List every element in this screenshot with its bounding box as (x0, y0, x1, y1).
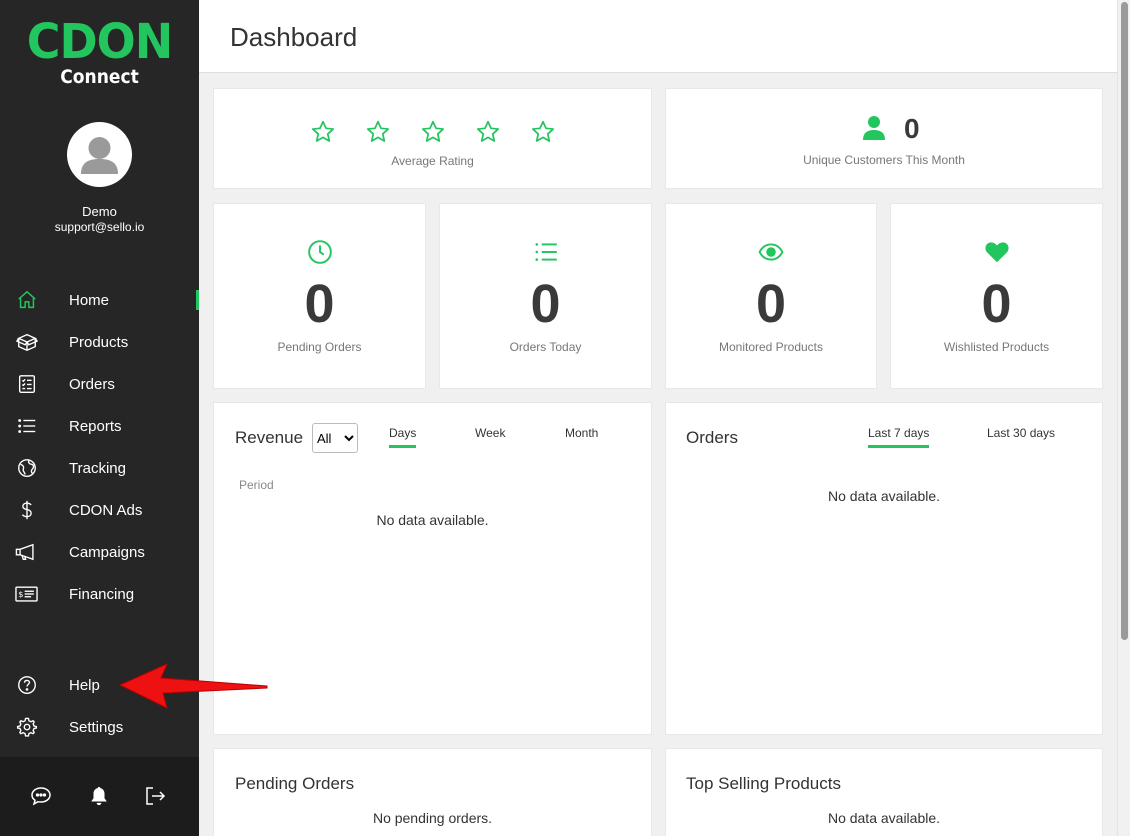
heart-icon (984, 239, 1010, 265)
annotation-arrow-icon (118, 663, 268, 709)
sidebar-item-label: CDON Ads (69, 501, 143, 519)
orders-today-value: 0 (530, 274, 561, 334)
page-header: Dashboard (199, 0, 1117, 73)
customers-card: 0 Unique Customers This Month (665, 88, 1103, 189)
rating-label: Average Rating (391, 154, 474, 168)
revenue-title: Revenue (235, 428, 304, 447)
brand-logo[interactable]: CDON Connect (0, 12, 199, 88)
tab-month[interactable]: Month (565, 426, 598, 440)
logout-icon[interactable] (142, 783, 168, 809)
user-name: Demo (82, 204, 117, 219)
scrollbar[interactable] (1117, 0, 1130, 836)
orders-today-card[interactable]: 0 Orders Today (439, 203, 652, 389)
orders-chart-card: Orders Last 7 days Last 30 days No data … (665, 402, 1103, 735)
star-icon (421, 120, 445, 142)
revenue-card: Revenue All Days Week Month Period No da… (213, 402, 652, 735)
list-icon (533, 239, 559, 265)
sidebar-item-financing[interactable]: $ Financing (0, 574, 199, 614)
home-icon (14, 288, 39, 313)
pending-orders-title: Pending Orders (235, 774, 355, 793)
tab-last-7-days[interactable]: Last 7 days (868, 426, 930, 448)
help-circle-icon (14, 673, 39, 698)
star-icon (476, 120, 500, 142)
revenue-period-select[interactable]: All (312, 423, 358, 453)
tab-days[interactable]: Days (389, 426, 417, 448)
sidebar-item-label: Tracking (69, 459, 126, 477)
sidebar-item-label: Campaigns (69, 543, 145, 561)
sidebar-item-campaigns[interactable]: Campaigns (0, 532, 199, 572)
revenue-empty-message: No data available. (376, 512, 489, 528)
sidebar-footer (0, 757, 199, 836)
orders-chart-empty-message: No data available. (827, 488, 941, 504)
period-label: Period (239, 478, 274, 492)
tab-week[interactable]: Week (475, 426, 505, 440)
bill-icon: $ (14, 582, 39, 607)
sidebar-item-orders[interactable]: Orders (0, 364, 199, 404)
sidebar-item-settings[interactable]: Settings (0, 707, 199, 747)
orders-today-label: Orders Today (509, 340, 582, 354)
orders-chart-title: Orders (686, 428, 738, 447)
list-icon (14, 414, 39, 439)
pending-orders-card[interactable]: 0 Pending Orders (213, 203, 426, 389)
sidebar-item-tracking[interactable]: Tracking (0, 448, 199, 488)
top-selling-title: Top Selling Products (686, 774, 841, 793)
wishlisted-products-value: 0 (981, 274, 1012, 334)
chat-icon[interactable] (28, 783, 54, 809)
monitored-products-label: Monitored Products (718, 340, 824, 354)
pending-orders-value: 0 (304, 274, 335, 334)
rating-card: Average Rating (213, 88, 652, 189)
scrollbar-thumb[interactable] (1121, 2, 1128, 640)
dollar-icon (14, 498, 39, 523)
monitored-products-value: 0 (755, 274, 787, 334)
sidebar-item-label: Products (69, 333, 129, 351)
sidebar-item-label: Reports (69, 417, 122, 435)
customers-value: 0 (904, 113, 920, 144)
svg-text:$: $ (18, 589, 23, 599)
bell-icon[interactable] (86, 783, 112, 809)
clock-icon (307, 239, 333, 265)
brand-sub: Connect (60, 66, 139, 88)
top-selling-empty-message: No data available. (827, 810, 941, 826)
page-title: Dashboard (230, 22, 358, 52)
brand-name: CDON (26, 12, 174, 70)
globe-icon (14, 456, 39, 481)
star-icon (366, 120, 390, 142)
sidebar-item-cdon-ads[interactable]: CDON Ads (0, 490, 199, 530)
tab-last-30-days[interactable]: Last 30 days (987, 426, 1055, 440)
wishlisted-products-card[interactable]: 0 Wishlisted Products (890, 203, 1103, 389)
sidebar-item-home[interactable]: Home (0, 280, 199, 320)
sidebar-item-products[interactable]: Products (0, 322, 199, 362)
user-icon (863, 116, 885, 140)
monitored-products-card[interactable]: 0 Monitored Products (665, 203, 877, 389)
sidebar-item-label: Financing (69, 585, 135, 603)
pending-orders-empty-message: No pending orders. (372, 810, 493, 826)
pending-orders-list-card: Pending Orders No pending orders. (213, 748, 652, 836)
sidebar-item-label: Help (69, 676, 100, 694)
user-silhouette-icon (81, 137, 118, 174)
star-icon (531, 120, 555, 142)
pending-orders-label: Pending Orders (277, 340, 362, 354)
avatar[interactable] (67, 122, 132, 187)
sidebar-item-label: Settings (69, 718, 124, 736)
gear-icon (14, 715, 39, 740)
user-email: support@sello.io (54, 220, 145, 234)
box-icon (14, 330, 39, 355)
sidebar-item-reports[interactable]: Reports (0, 406, 199, 446)
eye-icon (758, 239, 784, 265)
star-icon (311, 120, 335, 142)
orders-list-icon (14, 372, 39, 397)
top-selling-card: Top Selling Products No data available. (665, 748, 1103, 836)
wishlisted-products-label: Wishlisted Products (943, 340, 1050, 354)
active-indicator (196, 290, 199, 310)
megaphone-icon (14, 540, 39, 565)
sidebar-item-label: Home (69, 291, 110, 309)
sidebar-item-label: Orders (69, 375, 115, 393)
customers-label: Unique Customers This Month (803, 153, 965, 167)
